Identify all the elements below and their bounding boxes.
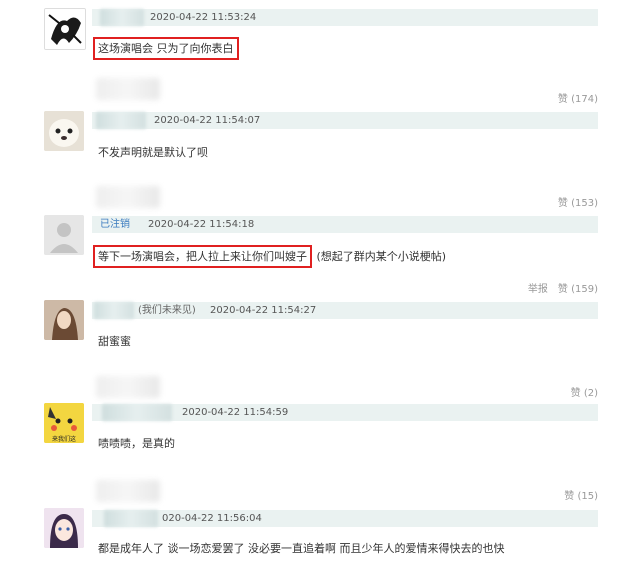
avatar-illustration xyxy=(45,9,85,49)
comment-meta: 已注销 2020-04-22 11:54:18 xyxy=(92,216,598,233)
reply-blurred xyxy=(96,376,160,398)
user-avatar[interactable]: 来我们这 xyxy=(44,403,84,443)
comment-timestamp: 020-04-22 11:56:04 xyxy=(162,513,262,524)
comment-text: 甜蜜蜜 xyxy=(98,335,131,348)
comment-meta: 020-04-22 11:56:04 xyxy=(92,510,598,527)
username-blurred[interactable] xyxy=(94,302,134,319)
comment-timestamp: 2020-04-22 11:54:18 xyxy=(148,219,255,230)
user-avatar[interactable] xyxy=(44,8,86,50)
default-avatar-icon xyxy=(44,215,84,255)
comment-meta: (我们未来见) 2020-04-22 11:54:27 xyxy=(92,302,598,319)
comment-actions: 举报赞 (159) xyxy=(528,280,598,295)
comment-text: 不发声明就是默认了呗 xyxy=(98,146,208,159)
reply-blurred xyxy=(96,480,160,502)
highlighted-text: 这场演唱会 只为了向你表白 xyxy=(93,37,239,60)
comment-text: 这场演唱会 只为了向你表白 xyxy=(93,37,239,60)
user-avatar[interactable] xyxy=(44,215,84,255)
comment-text: 都是成年人了 谈一场恋爱罢了 没必要一直追着啊 而且少年人的爱情来得快去的也快 xyxy=(98,542,505,555)
username[interactable]: 已注销 xyxy=(100,216,130,233)
comment-text: 等下一场演唱会，把人拉上来让你们叫嫂子 (想起了群内某个小说梗帖) xyxy=(93,245,447,268)
like-button[interactable]: 赞 (174) xyxy=(558,90,598,105)
comment-meta: 2020-04-22 11:53:24 xyxy=(92,9,598,26)
like-button[interactable]: 赞 (15) xyxy=(564,487,598,502)
username-blurred[interactable] xyxy=(102,404,172,421)
comment-timestamp: 2020-04-22 11:53:24 xyxy=(150,12,257,23)
comment-meta: 2020-04-22 11:54:07 xyxy=(92,112,598,129)
comment-timestamp: 2020-04-22 11:54:59 xyxy=(182,407,289,418)
pikachu-avatar: 来我们这 xyxy=(44,403,84,443)
comment-meta: 2020-04-22 11:54:59 xyxy=(92,404,598,421)
reply-blurred xyxy=(96,186,160,208)
photo-avatar xyxy=(44,300,84,340)
user-avatar[interactable] xyxy=(44,300,84,340)
comment-timestamp: 2020-04-22 11:54:27 xyxy=(210,305,317,316)
anime-avatar xyxy=(44,508,84,548)
reply-blurred xyxy=(96,78,160,100)
username[interactable]: (我们未来见) xyxy=(138,302,196,319)
highlighted-text: 等下一场演唱会，把人拉上来让你们叫嫂子 xyxy=(93,245,312,268)
comment-timestamp: 2020-04-22 11:54:07 xyxy=(154,115,261,126)
like-button[interactable]: 赞 (153) xyxy=(558,194,598,209)
report-link[interactable]: 举报 xyxy=(528,284,548,295)
username-blurred[interactable] xyxy=(104,510,158,527)
comment-text-rest: (想起了群内某个小说梗帖) xyxy=(316,250,447,263)
user-avatar[interactable] xyxy=(44,111,84,151)
username-blurred[interactable] xyxy=(96,112,146,129)
puppy-avatar xyxy=(44,111,84,151)
avatar-caption: 来我们这 xyxy=(52,435,76,443)
user-avatar[interactable] xyxy=(44,508,84,548)
username-blurred[interactable] xyxy=(100,9,144,26)
like-button[interactable]: 赞 (159) xyxy=(558,284,598,295)
like-button[interactable]: 赞 (2) xyxy=(571,384,598,399)
comment-text: 啧啧啧，是真的 xyxy=(98,437,175,450)
